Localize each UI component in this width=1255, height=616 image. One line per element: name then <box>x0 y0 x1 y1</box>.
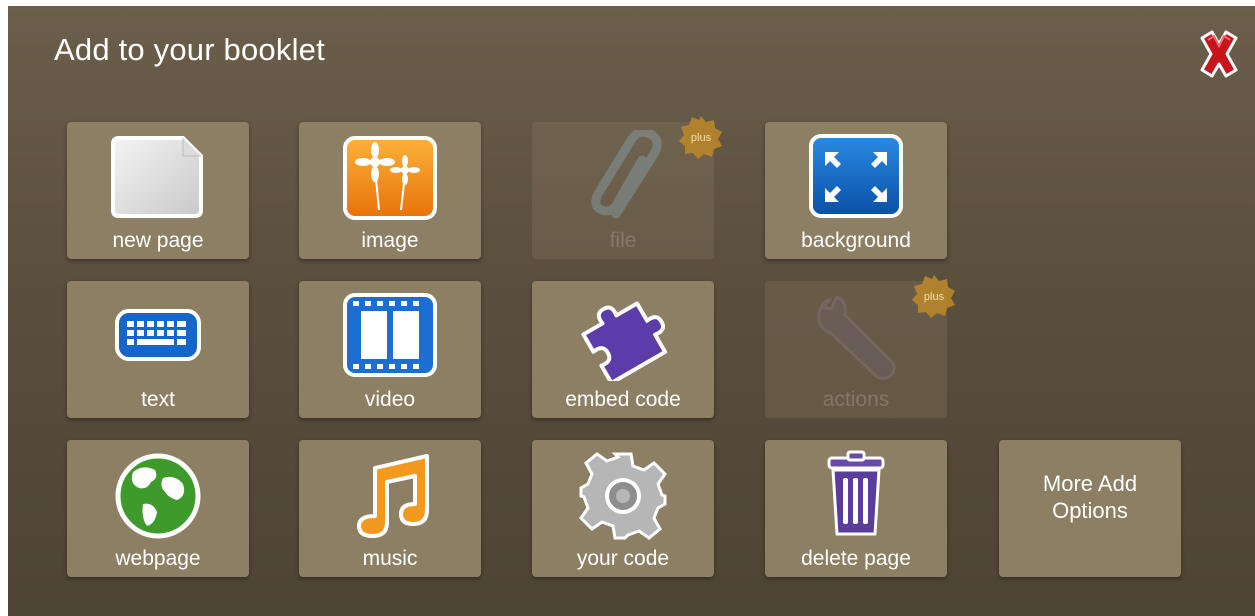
globe-icon <box>115 453 201 539</box>
close-button[interactable] <box>1194 28 1244 80</box>
more-add-options-button[interactable]: More Add Options <box>999 440 1181 577</box>
tile-label: webpage <box>115 547 201 570</box>
embed-code-button[interactable]: embed code <box>532 281 714 418</box>
dialog-title: Add to your booklet <box>54 32 325 67</box>
keyboard-icon <box>115 309 201 361</box>
plus-badge-icon: plus <box>679 116 722 159</box>
tile-label-line1: More Add <box>1042 471 1138 496</box>
blank-page-icon <box>111 136 203 218</box>
gear-icon <box>579 452 667 540</box>
trash-can-icon <box>827 450 885 536</box>
tile-label: actions <box>822 388 890 411</box>
tile-label: video <box>364 388 416 411</box>
text-button[interactable]: text <box>67 281 249 418</box>
tile-label: delete page <box>801 547 911 570</box>
flowers-image-icon <box>343 136 437 220</box>
paperclip-icon <box>591 130 662 219</box>
plus-badge-text: plus <box>691 132 712 144</box>
plus-badge-text: plus <box>924 291 945 303</box>
new-page-button[interactable]: new page <box>67 122 249 259</box>
background-button[interactable]: background <box>765 122 947 259</box>
video-button[interactable]: video <box>299 281 481 418</box>
tile-label: new page <box>112 229 204 252</box>
your-code-button[interactable]: your code <box>532 440 714 577</box>
tile-label: music <box>362 547 418 570</box>
puzzle-piece-icon <box>581 301 668 381</box>
delete-page-button[interactable]: delete page <box>765 440 947 577</box>
tile-label: your code <box>576 547 670 570</box>
image-button[interactable]: image <box>299 122 481 259</box>
expand-arrows-icon <box>809 134 903 218</box>
tile-label: image <box>361 229 419 252</box>
music-note-icon <box>357 454 429 538</box>
tile-label: text <box>141 388 175 411</box>
plus-badge-icon: plus <box>912 275 955 318</box>
tile-label: file <box>609 229 637 252</box>
tile-label-line2: Options <box>1052 498 1128 523</box>
music-button[interactable]: music <box>299 440 481 577</box>
tile-label: embed code <box>565 388 681 411</box>
webpage-button[interactable]: webpage <box>67 440 249 577</box>
film-strip-icon <box>343 293 437 377</box>
add-to-booklet-dialog: Add to your booklet new page image file … <box>8 6 1255 616</box>
tile-label: More Add Options <box>999 470 1181 524</box>
close-x-icon <box>1200 30 1238 78</box>
tile-label: background <box>801 229 911 252</box>
wrench-icon <box>817 295 896 380</box>
